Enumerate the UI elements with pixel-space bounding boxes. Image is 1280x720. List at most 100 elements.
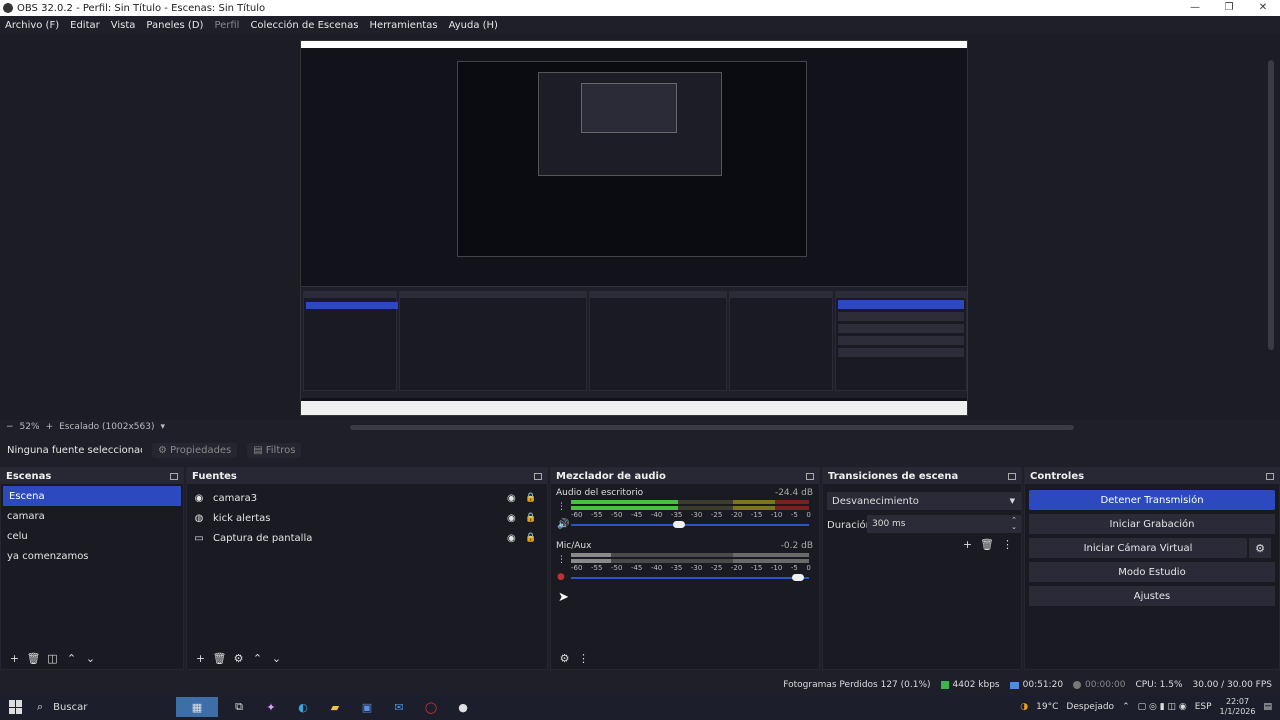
transition-select[interactable]: Desvanecimiento ▼ [827, 492, 1021, 510]
volume-slider-knob[interactable] [792, 574, 804, 581]
fps-status: 30.00 / 30.00 FPS [1192, 680, 1272, 690]
scene-item[interactable]: camara [1, 506, 183, 526]
windows-start-icon[interactable] [9, 700, 23, 714]
move-down-icon[interactable]: ⌄ [267, 652, 286, 665]
minimize-icon[interactable]: — [1178, 0, 1212, 16]
add-transition-icon[interactable]: + [963, 538, 972, 551]
add-scene-icon[interactable]: + [5, 652, 24, 665]
store-icon[interactable]: ▣ [356, 697, 378, 717]
meter-tick-label: -35 [670, 511, 683, 519]
undock-icon[interactable] [806, 472, 814, 480]
taskbar-search[interactable]: ⌕ Buscar [37, 700, 87, 714]
controls-dock-header: Controles [1025, 468, 1279, 484]
undock-icon[interactable] [534, 472, 542, 480]
lock-icon[interactable]: 🔒 [525, 533, 536, 543]
mail-icon[interactable]: ✉ [388, 697, 410, 717]
notification-icon[interactable]: ▤ [1263, 702, 1272, 712]
start-recording-button[interactable]: Iniciar Grabación [1029, 514, 1275, 534]
remove-scene-icon[interactable]: 🗑 [24, 652, 43, 665]
spinner-icon[interactable]: ⌃ ⌄ [1011, 517, 1017, 531]
tray-icons[interactable]: ▢ ◎ ▮ ◫ ◉ [1138, 702, 1187, 712]
remove-source-icon[interactable]: 🗑 [210, 652, 229, 665]
stop-stream-button[interactable]: Detener Transmisión [1029, 490, 1275, 510]
obs-taskbar-icon[interactable]: ● [452, 697, 474, 717]
speaker-icon[interactable]: 🔊 [557, 519, 569, 530]
properties-button[interactable]: ⚙ Propiedades [152, 442, 238, 458]
dropped-frames: Fotogramas Perdidos 127 (0.1%) [783, 680, 931, 690]
visibility-eye-icon[interactable]: ◉ [507, 493, 516, 504]
visibility-eye-icon[interactable]: ◉ [507, 533, 516, 544]
menu-archivo[interactable]: Archivo (F) [0, 20, 65, 31]
source-properties-icon[interactable]: ⚙ [229, 652, 248, 665]
menu-coleccion-escenas[interactable]: Colección de Escenas [245, 20, 364, 31]
source-item[interactable]: ◍ kick alertas ◉ 🔒 [187, 508, 547, 528]
level-meter [571, 500, 809, 504]
preview-vertical-scrollbar[interactable] [1268, 60, 1274, 350]
menu-perfil[interactable]: Perfil [209, 20, 245, 31]
menu-vista[interactable]: Vista [106, 20, 142, 31]
advanced-audio-icon[interactable]: ⚙ [555, 652, 574, 665]
studio-mode-button[interactable]: Modo Estudio [1029, 562, 1275, 582]
widgets-icon[interactable]: ▦ [176, 697, 218, 717]
volume-slider[interactable] [571, 521, 809, 528]
scene-item[interactable]: celu [1, 526, 183, 546]
scene-item[interactable]: Escena [3, 486, 181, 506]
undock-icon[interactable] [1266, 472, 1274, 480]
meter-tick-label: -30 [690, 511, 703, 519]
remove-transition-icon[interactable]: 🗑 [980, 538, 994, 551]
duration-input[interactable]: 300 ms ⌃ ⌄ [867, 515, 1021, 533]
language-indicator[interactable]: ESP [1195, 702, 1212, 712]
mixer-menu-icon[interactable]: ⋮ [574, 652, 593, 665]
no-source-selected-label: Ninguna fuente seleccionada [7, 444, 142, 456]
channel-menu-icon[interactable]: ⋮ [557, 502, 566, 512]
preview-horizontal-scrollbar[interactable] [350, 425, 1074, 430]
chevron-up-icon[interactable]: ⌃ [1122, 702, 1130, 712]
taskbar-clock[interactable]: 22:07 1/1/2026 [1220, 697, 1256, 717]
zoom-in-button[interactable]: + [46, 422, 54, 432]
start-virtual-camera-button[interactable]: Iniciar Cámara Virtual [1029, 538, 1247, 558]
menu-paneles[interactable]: Paneles (D) [141, 20, 209, 31]
undock-icon[interactable] [170, 472, 178, 480]
menu-editar[interactable]: Editar [65, 20, 106, 31]
task-view-icon[interactable]: ⧉ [228, 697, 250, 717]
scaling-dropdown-icon[interactable]: ▾ [160, 422, 165, 432]
settings-button[interactable]: Ajustes [1029, 586, 1275, 606]
muted-mic-icon[interactable]: ● [557, 572, 565, 582]
mouse-cursor-icon: ➤ [558, 590, 569, 605]
close-icon[interactable]: ✕ [1246, 0, 1280, 16]
scene-item[interactable]: ya comenzamos [1, 546, 183, 566]
channel-menu-icon[interactable]: ⋮ [557, 555, 566, 565]
program-preview[interactable] [300, 40, 968, 416]
maximize-icon[interactable]: ❐ [1212, 0, 1246, 16]
add-source-icon[interactable]: + [191, 652, 210, 665]
source-item[interactable]: ◉ camara3 ◉ 🔒 [187, 488, 547, 508]
filters-button[interactable]: ▤ Filtros [247, 442, 302, 458]
transition-menu-icon[interactable]: ⋮ [1002, 538, 1013, 551]
volume-slider-knob[interactable] [673, 521, 685, 528]
source-item[interactable]: ▭ Captura de pantalla ◉ 🔒 [187, 528, 547, 548]
virtual-camera-settings-button[interactable]: ⚙ [1249, 538, 1271, 558]
zoom-out-button[interactable]: − [6, 422, 14, 432]
visibility-eye-icon[interactable]: ◉ [507, 513, 516, 524]
scaling-label: Escalado (1002x563) [59, 422, 155, 432]
undock-icon[interactable] [1008, 472, 1016, 480]
copilot-icon[interactable]: ✦ [260, 697, 282, 717]
controls-dock: Controles Detener Transmisión Iniciar Gr… [1024, 467, 1280, 670]
move-up-icon[interactable]: ⌃ [248, 652, 267, 665]
move-down-icon[interactable]: ⌄ [81, 652, 100, 665]
move-up-icon[interactable]: ⌃ [62, 652, 81, 665]
file-explorer-icon[interactable]: ▰ [324, 697, 346, 717]
menu-herramientas[interactable]: Herramientas [364, 20, 443, 31]
opera-icon[interactable]: ◯ [420, 697, 442, 717]
gear-icon: ⚙ [158, 444, 167, 456]
lock-icon[interactable]: 🔒 [525, 513, 536, 523]
camera-icon: ◉ [194, 492, 204, 504]
volume-slider[interactable] [571, 574, 809, 581]
preview-nested-docks [301, 286, 967, 398]
edge-icon[interactable]: ◐ [292, 697, 314, 717]
lock-icon[interactable]: 🔒 [525, 493, 536, 503]
scenes-dock: Escenas Escena camara celu ya comenzamos… [0, 467, 184, 670]
scene-filters-icon[interactable]: ◫ [43, 652, 62, 665]
source-name: kick alertas [213, 512, 271, 524]
menu-ayuda[interactable]: Ayuda (H) [444, 20, 504, 31]
